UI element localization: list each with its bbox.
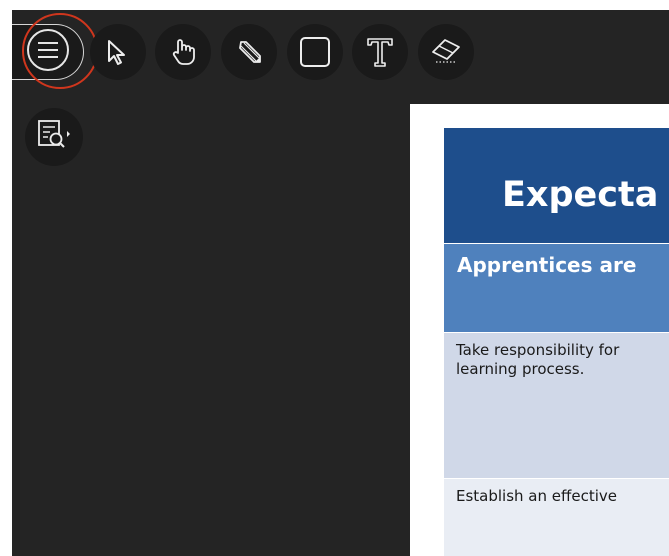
text-tool-icon [364,35,396,69]
table-title: Expecta [502,175,659,215]
text-tool-button[interactable] [352,24,408,80]
menu-button[interactable] [12,24,84,80]
table-header-cell: Apprentices are [444,243,669,332]
rectangle-tool-button[interactable] [287,24,343,80]
document-page: Expecta Apprentices are Take responsibil… [410,104,669,556]
pointer-tool-button[interactable] [90,24,146,80]
expectations-table: Expecta Apprentices are Take responsibil… [444,128,669,556]
rectangle-icon [298,35,332,69]
row-text-line: Establish an effective [456,487,617,505]
eraser-icon [429,35,463,69]
pencil-tool-button[interactable] [221,24,277,80]
row-text-line: Take responsibility for [456,341,620,359]
table-row: Establish an effective [444,478,669,556]
hand-pan-icon [167,36,199,68]
row-text-line: learning process. [456,360,585,378]
pointer-arrow-icon [103,37,133,67]
zoom-document-button[interactable] [25,108,83,166]
pan-tool-button[interactable] [155,24,211,80]
whiteboard-canvas[interactable]: Expecta Apprentices are Take responsibil… [12,10,669,556]
table-title-cell: Expecta [444,128,669,243]
menu-icon [25,27,71,78]
pencil-icon [234,37,264,67]
eraser-tool-button[interactable] [418,24,474,80]
table-row: Take responsibility for learning process… [444,332,669,478]
table-header: Apprentices are [457,253,637,277]
table-row-text: Take responsibility for learning process… [456,341,669,379]
zoom-document-icon [34,117,74,158]
table-row-text: Establish an effective [456,487,669,506]
